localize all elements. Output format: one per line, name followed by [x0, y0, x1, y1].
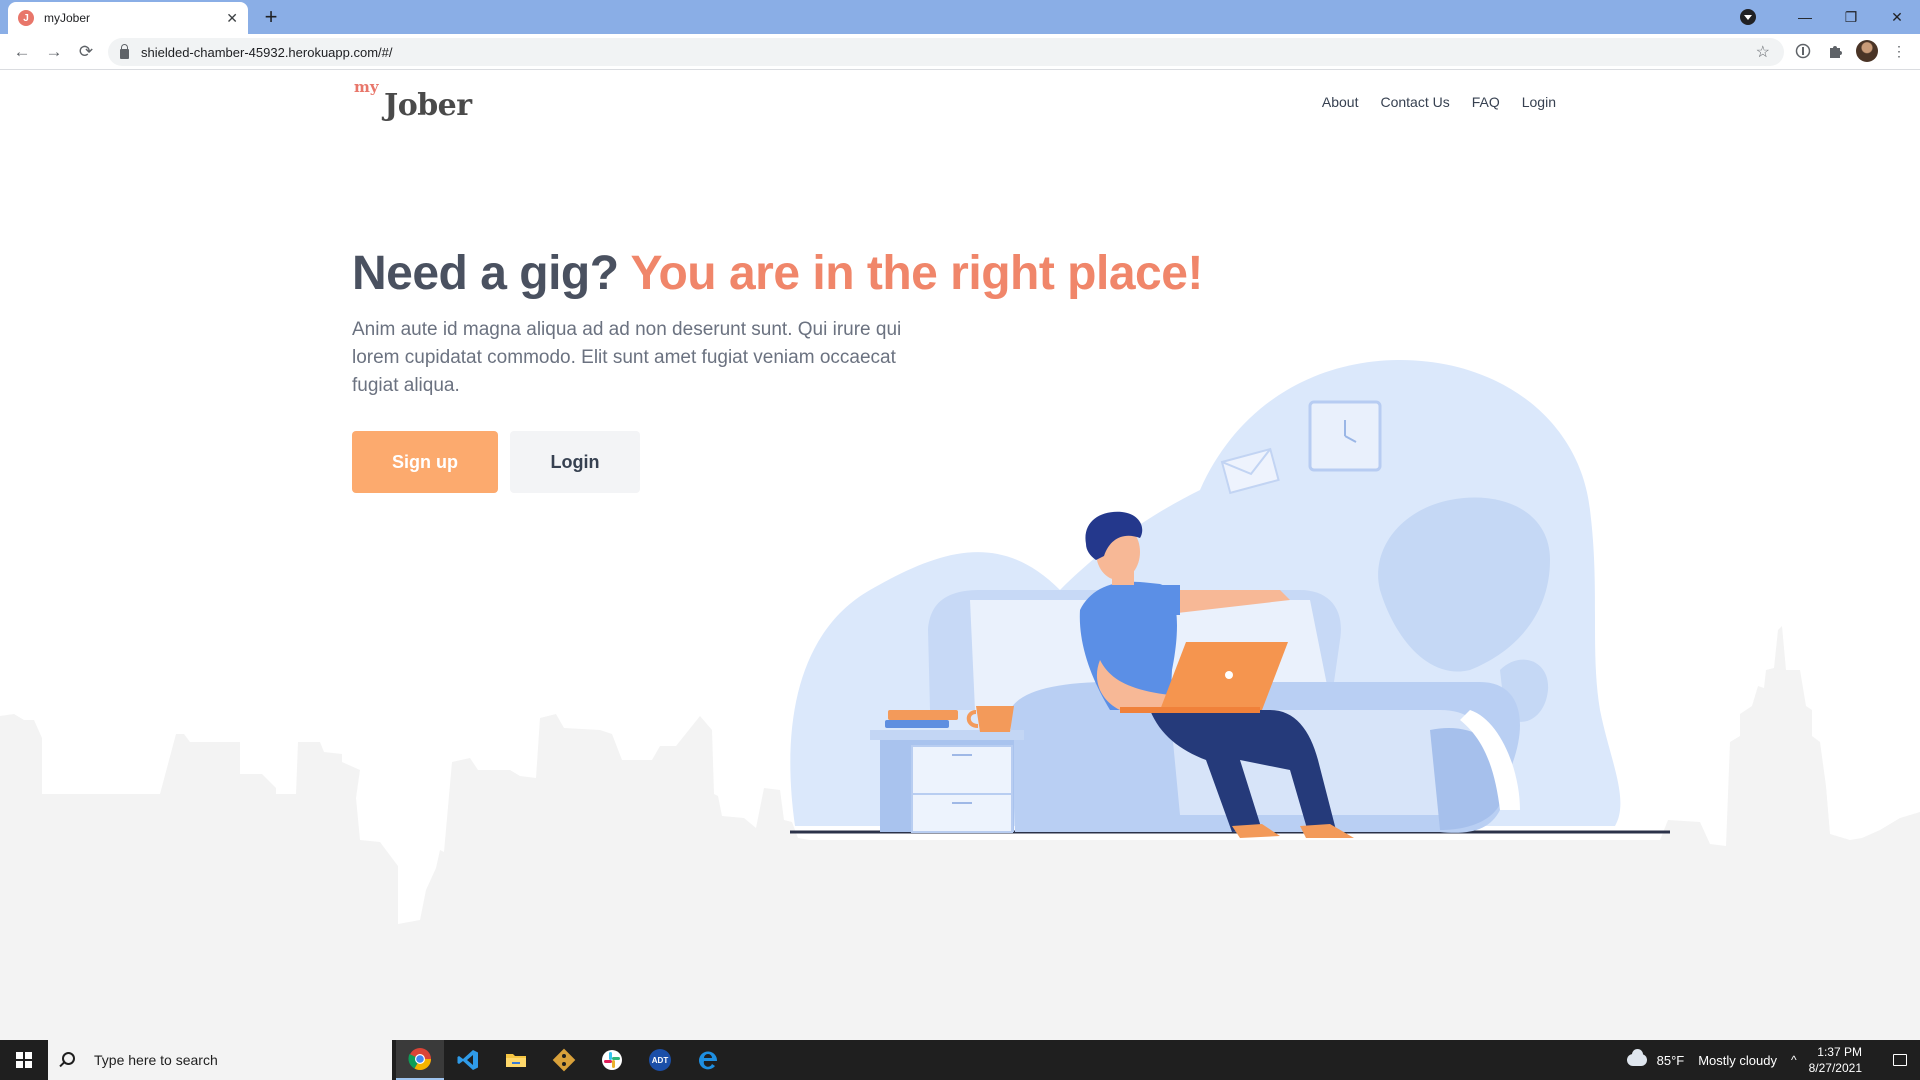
page-content: my Jober About Contact Us FAQ Login Need…: [0, 70, 1920, 1040]
windows-taskbar: Type here to search ADT 85°F Mostly clou…: [0, 1040, 1920, 1080]
browser-tab-bar: J myJober ✕ + — ❐ ✕: [0, 0, 1920, 34]
hero-title-accent: You are in the right place!: [630, 247, 1204, 300]
hero-description: Anim aute id magna aliqua ad ad non dese…: [352, 319, 902, 396]
logo-jober: Jober: [384, 88, 472, 123]
search-icon: [62, 1052, 75, 1065]
file-explorer-icon[interactable]: [492, 1040, 540, 1080]
restore-button[interactable]: ❐: [1828, 0, 1874, 34]
sign-up-button[interactable]: Sign up: [352, 431, 498, 493]
lock-icon[interactable]: [120, 43, 129, 59]
chrome-icon[interactable]: [396, 1040, 444, 1080]
address-bar[interactable]: shielded-chamber-45932.herokuapp.com/#/ …: [108, 38, 1784, 66]
git-icon[interactable]: [540, 1040, 588, 1080]
new-tab-button[interactable]: +: [258, 4, 284, 30]
reload-icon[interactable]: ⟳: [74, 40, 98, 64]
weather-description[interactable]: Mostly cloudy: [1698, 1053, 1777, 1068]
nav-contact-link[interactable]: Contact Us: [1380, 94, 1449, 110]
chevron-up-icon[interactable]: ^: [1791, 1053, 1797, 1067]
login-button[interactable]: Login: [510, 431, 640, 493]
logo-my: my: [354, 78, 379, 96]
minimize-button[interactable]: —: [1782, 0, 1828, 34]
adt-icon[interactable]: ADT: [636, 1040, 684, 1080]
profile-avatar[interactable]: [1856, 40, 1878, 62]
nav-faq-link[interactable]: FAQ: [1472, 94, 1500, 110]
tab-title: myJober: [44, 11, 91, 25]
puzzle-icon[interactable]: [1824, 40, 1846, 62]
edge-icon[interactable]: [684, 1040, 732, 1080]
back-arrow-icon[interactable]: ←: [10, 40, 34, 64]
window-controls: — ❐ ✕: [1740, 0, 1920, 34]
top-navigation: About Contact Us FAQ Login: [1322, 94, 1556, 110]
windows-logo-icon: [16, 1052, 32, 1068]
clock-time: 1:37 PM: [1817, 1045, 1862, 1059]
taskbar-search-box[interactable]: Type here to search: [48, 1040, 392, 1080]
browser-menu-icon[interactable]: ⋮: [1888, 40, 1910, 62]
slack-icon[interactable]: [588, 1040, 636, 1080]
hero-illustration: [0, 360, 1920, 1040]
start-button[interactable]: [0, 1040, 48, 1080]
notification-icon[interactable]: [1880, 1040, 1920, 1080]
vscode-icon[interactable]: [444, 1040, 492, 1080]
url-text[interactable]: shielded-chamber-45932.herokuapp.com/#/: [141, 45, 1756, 60]
browser-tab[interactable]: J myJober ✕: [8, 2, 248, 34]
book-stack: [888, 710, 958, 720]
tab-search-icon[interactable]: [1740, 9, 1756, 25]
system-clock[interactable]: 1:37 PM 8/27/2021: [1809, 1044, 1862, 1076]
close-tab-icon[interactable]: ✕: [226, 10, 238, 27]
search-placeholder: Type here to search: [94, 1052, 218, 1068]
nav-login-link[interactable]: Login: [1522, 94, 1556, 110]
nav-about-link[interactable]: About: [1322, 94, 1359, 110]
extensions-area: ⋮: [1792, 40, 1910, 62]
site-favicon-icon: J: [18, 10, 34, 26]
hero-title: Need a gig? You are in the right place!: [352, 246, 1203, 301]
window-close-button[interactable]: ✕: [1874, 0, 1920, 34]
system-tray: 85°F Mostly cloudy ^ 1:37 PM 8/27/2021: [1626, 1040, 1920, 1080]
clock-date: 8/27/2021: [1808, 1061, 1862, 1075]
bookmark-star-icon[interactable]: ☆: [1756, 42, 1770, 62]
forward-arrow-icon[interactable]: →: [42, 40, 66, 64]
adt-label: ADT: [652, 1056, 669, 1065]
coffee-mug: [976, 706, 1014, 732]
hero-title-main: Need a gig?: [352, 247, 619, 300]
cloudy-weather-icon[interactable]: [1626, 1049, 1647, 1066]
site-logo[interactable]: my Jober: [352, 76, 492, 132]
weather-temperature[interactable]: 85°F: [1657, 1053, 1685, 1068]
address-toolbar: ← → ⟳ shielded-chamber-45932.herokuapp.c…: [0, 34, 1920, 70]
extension-icon[interactable]: [1792, 40, 1814, 62]
